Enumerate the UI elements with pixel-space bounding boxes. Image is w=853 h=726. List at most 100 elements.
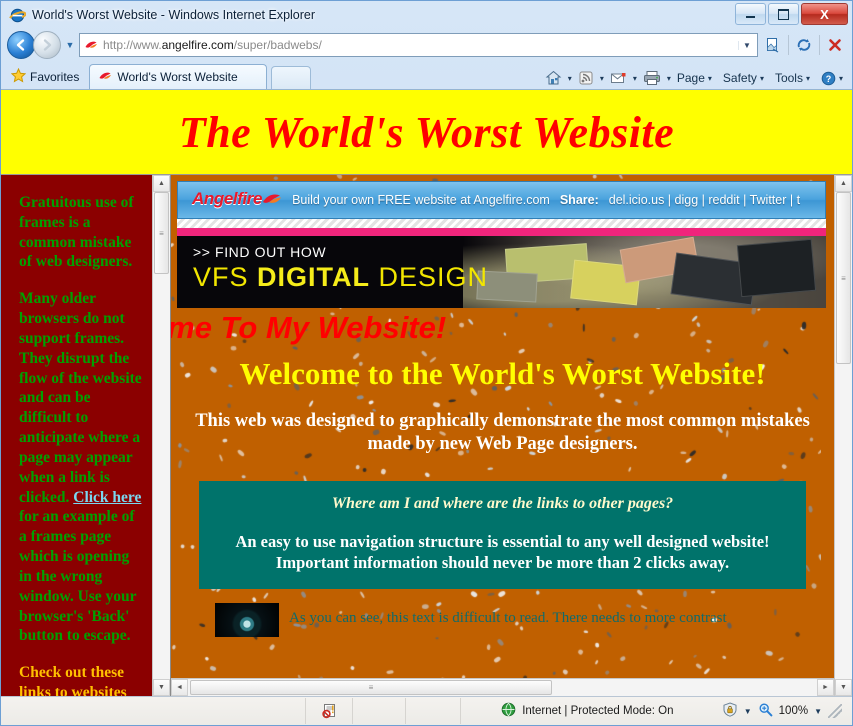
angelfire-logo: Angelfire	[192, 189, 282, 211]
favorites-button[interactable]: Favorites	[7, 65, 89, 89]
menu-page[interactable]: Page ▾	[672, 69, 717, 87]
hscroll-track[interactable]: ≡	[188, 679, 817, 696]
left-paragraph-3-text: for an example of a frames page which is…	[19, 508, 137, 645]
tab-worlds-worst-website[interactable]: World's Worst Website	[89, 64, 267, 89]
zoom-caret-icon[interactable]: ▼	[814, 707, 822, 716]
print-caret-icon[interactable]: ▾	[667, 74, 671, 83]
url-scheme: http://www.	[103, 38, 162, 52]
eye-image	[215, 603, 279, 638]
status-spacer-1	[353, 698, 406, 724]
page-title: The World's Worst Website	[178, 107, 675, 157]
security-zone[interactable]: Internet | Protected Mode: On	[461, 702, 714, 720]
marquee-banner: come To My Website!	[171, 308, 834, 350]
window-controls: X	[735, 3, 848, 25]
page-scroll-track[interactable]: ≡	[835, 192, 852, 679]
angelfire-ad-bar[interactable]: Angelfire Build your own FREE website at…	[177, 181, 826, 219]
stop-button[interactable]	[822, 32, 848, 58]
status-message-cell	[1, 698, 306, 724]
address-bar: ▼ http://www.angelfire.com/super/badwebs…	[1, 29, 852, 61]
error-on-page-button[interactable]	[306, 698, 353, 724]
left-frame-scrollbar[interactable]: ▲ ≡ ▼	[152, 175, 170, 696]
internet-explorer-icon	[9, 7, 26, 24]
svg-text:?: ?	[826, 74, 832, 84]
vfs-headline: VFS DIGITAL DESIGN	[193, 262, 488, 293]
left-frame: Gratuitous use of frames is a common mis…	[1, 175, 171, 696]
mail-button[interactable]	[605, 69, 632, 87]
scroll-left-button[interactable]: ◄	[171, 679, 188, 696]
scroll-down-button[interactable]: ▼	[153, 679, 170, 696]
maximize-button[interactable]	[768, 3, 799, 25]
url-domain: angelfire.com	[161, 38, 234, 52]
mail-caret-icon[interactable]: ▾	[633, 74, 637, 83]
vfs-word-1: VFS	[193, 262, 258, 292]
address-text: http://www.angelfire.com/super/badwebs/	[103, 38, 738, 52]
chevron-down-icon: ▾	[707, 73, 712, 83]
compatibility-view-button[interactable]	[760, 32, 786, 58]
left-frame-content: Gratuitous use of frames is a common mis…	[1, 175, 152, 696]
help-button[interactable]: ? ▾	[816, 69, 848, 88]
page-banner: The World's Worst Website	[1, 90, 852, 175]
close-button[interactable]: X	[801, 3, 848, 25]
zoom-level[interactable]: 100%	[779, 705, 808, 717]
recent-pages-button[interactable]: ▼	[63, 40, 77, 50]
menu-tools[interactable]: Tools ▾	[770, 69, 815, 87]
minimize-button[interactable]	[735, 3, 766, 25]
vfs-kicker: >> FIND OUT HOW	[193, 244, 327, 260]
feeds-caret-icon[interactable]: ▾	[600, 74, 604, 83]
print-button[interactable]	[638, 68, 666, 88]
scroll-right-button[interactable]: ►	[817, 679, 834, 696]
url-path: /super/badwebs/	[233, 38, 322, 52]
protected-mode-caret-icon[interactable]: ▼	[744, 707, 752, 716]
flame-icon	[262, 190, 282, 211]
menu-page-label: Page	[676, 71, 705, 85]
right-frame-horizontal-scrollbar[interactable]: ◄ ≡ ►	[171, 678, 834, 696]
share-links[interactable]: del.icio.us | digg | reddit | Twitter | …	[609, 193, 800, 207]
hscroll-thumb[interactable]: ≡	[190, 680, 552, 695]
intro-line-2: made by new Web Page designers.	[367, 434, 638, 455]
navbox-answer-line-1: An easy to use navigation structure is e…	[235, 531, 770, 551]
right-frame: Angelfire Build your own FREE website at…	[171, 175, 834, 696]
page-scroll-thumb[interactable]: ≡	[836, 192, 851, 364]
click-here-link[interactable]: Click here	[73, 489, 141, 506]
address-dropdown-icon[interactable]: ▼	[738, 40, 755, 50]
back-button[interactable]	[7, 31, 35, 59]
navbox-question: Where am I and where are the links to ot…	[331, 494, 674, 512]
page-scroll-up-button[interactable]: ▲	[835, 175, 852, 192]
menu-safety[interactable]: Safety ▾	[718, 69, 769, 87]
marquee-text: come To My Website!	[171, 310, 447, 345]
internet-zone-icon	[501, 702, 516, 720]
vfs-ad-photo	[462, 236, 826, 308]
menu-tools-label: Tools	[774, 71, 803, 85]
address-input[interactable]: http://www.angelfire.com/super/badwebs/ …	[79, 33, 758, 57]
scroll-up-button[interactable]: ▲	[153, 175, 170, 192]
protected-mode-icon[interactable]	[722, 702, 738, 720]
forward-button[interactable]	[33, 31, 61, 59]
hatch-strip	[177, 219, 826, 228]
right-frame-content: Angelfire Build your own FREE website at…	[171, 175, 834, 678]
page-scroll-down-button[interactable]: ▼	[835, 679, 852, 696]
home-caret-icon[interactable]: ▾	[568, 74, 572, 83]
star-icon	[10, 67, 27, 86]
ad-stack: Angelfire Build your own FREE website at…	[171, 175, 834, 308]
angelfire-favicon	[84, 38, 98, 52]
left-paragraph-2-text: Many older browsers do not support frame…	[19, 290, 142, 506]
refresh-button[interactable]	[791, 32, 817, 58]
low-contrast-row: As you can see, this text is difficult t…	[215, 603, 834, 638]
scroll-thumb[interactable]: ≡	[154, 192, 169, 274]
navbox-answer-line-2: Important information should never be mo…	[275, 553, 730, 573]
tab-favicon	[98, 69, 112, 86]
scroll-track[interactable]: ≡	[153, 192, 170, 679]
vfs-ad-banner[interactable]: >> FIND OUT HOW VFS DIGITAL DESIGN	[177, 236, 826, 308]
new-tab-button[interactable]	[270, 66, 311, 89]
chevron-down-icon: ▾	[805, 73, 810, 83]
resize-grip[interactable]	[828, 704, 842, 718]
page-viewport: The World's Worst Website Gratuitous use…	[1, 89, 852, 696]
home-button[interactable]	[540, 68, 567, 88]
tab-label: World's Worst Website	[117, 70, 238, 84]
page-vertical-scrollbar[interactable]: ▲ ≡ ▼	[834, 175, 852, 696]
feeds-button[interactable]	[573, 68, 599, 88]
left-paragraph-1: Gratuitous use of frames is a common mis…	[19, 194, 134, 271]
vfs-word-3: DESIGN	[370, 262, 489, 292]
navigation-info-box: Where am I and where are the links to ot…	[199, 480, 806, 590]
security-zone-label: Internet | Protected Mode: On	[522, 705, 674, 717]
